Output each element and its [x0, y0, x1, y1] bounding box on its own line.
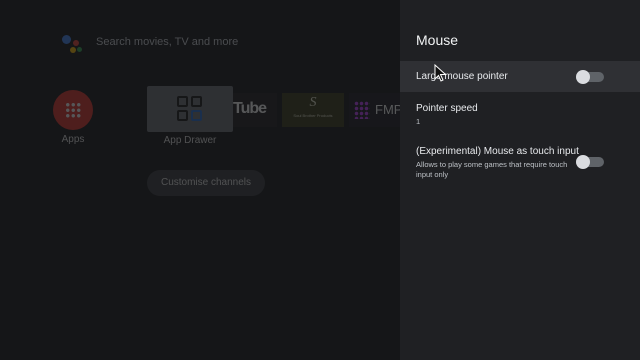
soul-brother-logo: S — [309, 95, 317, 110]
setting-label: Pointer speed — [416, 103, 478, 114]
customise-channels-label: Customise channels — [160, 177, 252, 188]
toggle-knob — [576, 70, 590, 84]
soul-brother-tile[interactable]: S Soul Brother Products — [282, 93, 344, 127]
panel-title: Mouse — [416, 32, 459, 48]
app-drawer-label: App Drawer — [163, 135, 217, 146]
youtube-logo: Tube — [233, 100, 267, 117]
app-drawer-icon — [175, 94, 205, 124]
large-pointer-toggle[interactable] — [576, 70, 604, 84]
google-assistant-icon[interactable] — [60, 32, 84, 56]
search-placeholder[interactable]: Search movies, TV and more — [96, 36, 238, 48]
home-content: Search movies, TV and more Apps App Draw… — [0, 0, 400, 360]
soul-brother-text: Soul Brother Products — [293, 113, 333, 118]
youtube-tile[interactable]: Tube — [233, 93, 277, 127]
mouse-cursor-icon — [434, 64, 447, 82]
app-drawer-tile[interactable] — [147, 86, 233, 132]
fmplay-tile[interactable]: FMPLAY — [349, 93, 400, 127]
setting-description: Allows to play some games that require t… — [416, 160, 568, 179]
fmplay-logo-icon — [354, 101, 370, 119]
toggle-knob — [576, 155, 590, 169]
home-screen-dimmed: Search movies, TV and more Apps App Draw… — [0, 0, 400, 360]
customise-channels-button[interactable]: Customise channels — [147, 170, 265, 196]
setting-label: Large mouse pointer — [416, 71, 508, 82]
apps-button[interactable] — [53, 90, 93, 130]
setting-pointer-speed[interactable]: Pointer speed 1 — [400, 96, 640, 130]
grid-icon — [65, 102, 81, 118]
setting-label: (Experimental) Mouse as touch input — [416, 146, 579, 157]
fmplay-logo: FMPLAY — [375, 102, 400, 117]
setting-value: 1 — [416, 117, 421, 126]
mouse-touch-toggle[interactable] — [576, 155, 604, 169]
apps-label: Apps — [61, 134, 85, 145]
setting-mouse-as-touch[interactable]: (Experimental) Mouse as touch input Allo… — [400, 140, 640, 184]
mouse-settings-panel: Mouse Large mouse pointer Pointer speed … — [400, 0, 640, 360]
